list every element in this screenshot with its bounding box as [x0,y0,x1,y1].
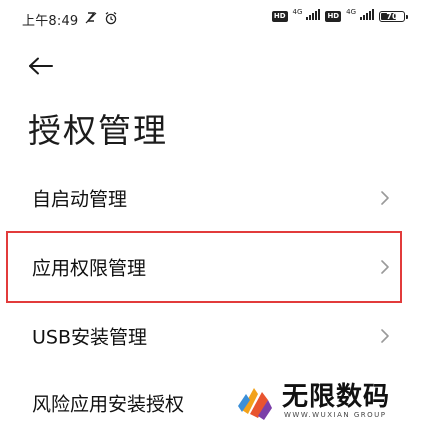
hd-icon: HD [325,11,342,22]
chevron-right-icon [381,329,389,343]
menu-item-autostart[interactable]: 自启动管理 [0,167,421,229]
battery-icon: 70 [379,11,408,22]
alarm-icon [104,11,118,29]
network-type-1: 4G [292,7,303,16]
network-type-2: 4G [346,7,356,16]
menu-item-label: 风险应用安装授权 [32,393,185,416]
watermark-text: 无限数码 WWW.WUXIAN GROUP [282,383,390,419]
menu-item-label: USB安装管理 [32,326,148,349]
battery-level: 70 [386,12,398,21]
watermark-logo: 无限数码 WWW.WUXIAN GROUP [234,378,414,424]
signal-icon [306,9,321,24]
menu-item-label: 自启动管理 [32,188,128,211]
do-not-disturb-icon [84,11,98,29]
status-left: 上午8:49 [22,10,118,29]
menu-item-app-permissions[interactable]: 应用权限管理 [0,236,421,298]
menu-item-label: 应用权限管理 [32,257,147,280]
hd-icon: HD [271,11,288,22]
watermark-sub: WWW.WUXIAN GROUP [284,411,387,419]
brand-logo-icon [238,388,272,420]
menu-item-usb-install[interactable]: USB安装管理 [0,305,421,367]
signal-icon [360,9,374,24]
arrow-left-icon [29,57,53,75]
back-button[interactable] [28,52,62,80]
watermark-main: 无限数码 [282,382,391,412]
status-right: HD 4G HD 4G 70 [271,7,408,24]
status-bar: 上午8:49 HD 4G HD 4G 70 [0,0,421,38]
page-title: 授权管理 [28,111,168,150]
chevron-right-icon [381,191,389,205]
status-time: 上午8:49 [22,14,79,29]
chevron-right-icon [381,260,389,274]
